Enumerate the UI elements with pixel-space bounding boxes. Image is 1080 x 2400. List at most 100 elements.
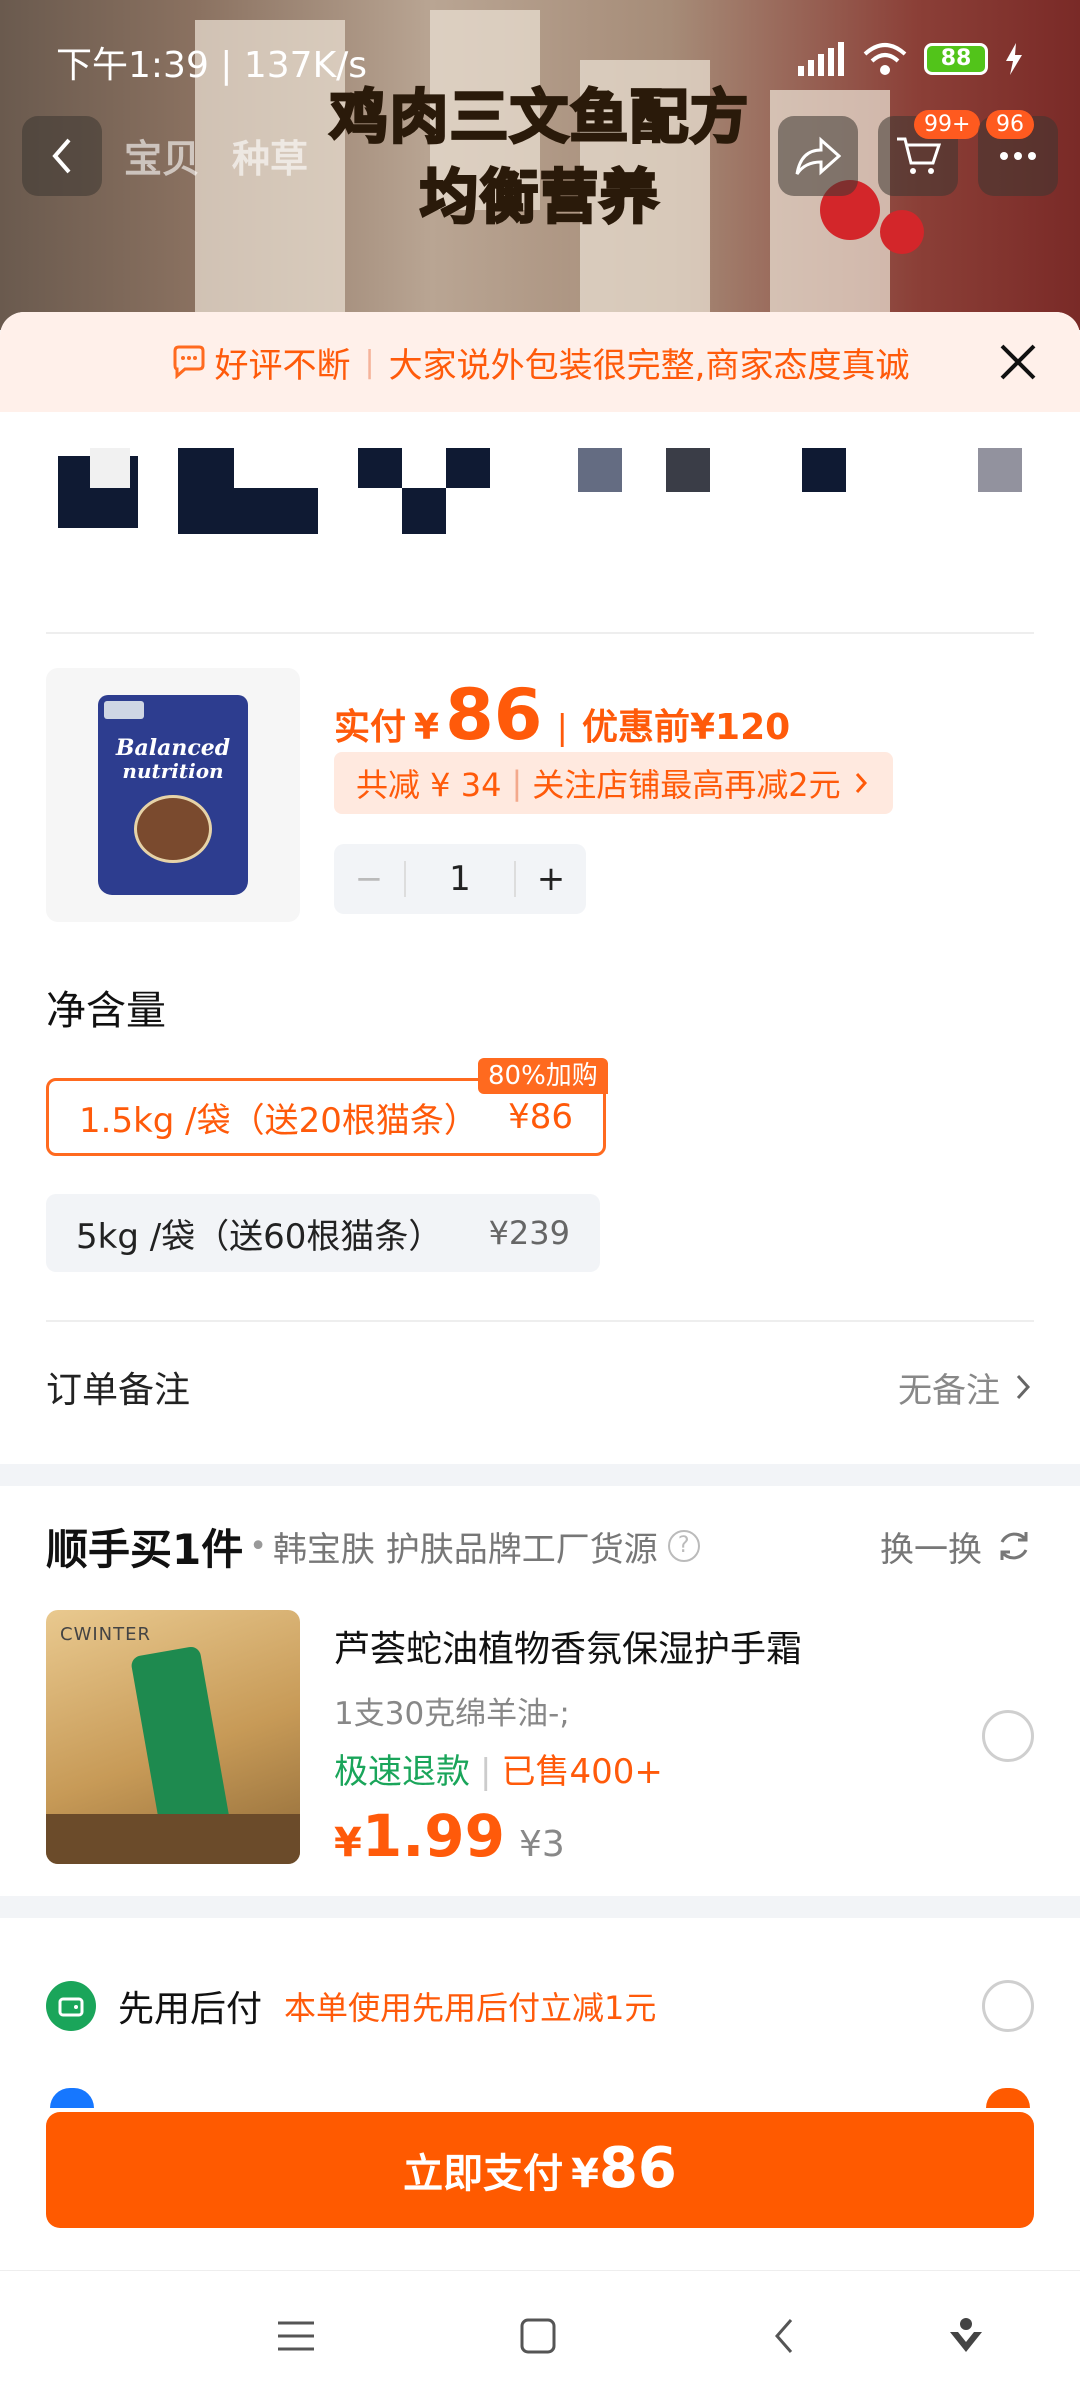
charging-icon	[1006, 43, 1022, 75]
help-icon[interactable]: ?	[667, 1530, 700, 1562]
quantity-stepper[interactable]: − 1 +	[334, 844, 586, 914]
pay-method-promo: 本单使用先用后付立减1元	[284, 1989, 657, 2027]
order-note-row[interactable]: 订单备注 无备注	[46, 1352, 1034, 1422]
pay-now-button[interactable]: 立即支付 ¥ 86	[46, 2112, 1034, 2228]
back-triangle-icon	[775, 2319, 793, 2353]
decrease-button[interactable]: −	[334, 859, 404, 899]
image-brand-text: CWINTER	[60, 1624, 152, 1645]
fast-refund-tag: 极速退款	[334, 1752, 470, 1792]
system-navigation-bar	[0, 2270, 1080, 2400]
paid-amount: 86	[445, 674, 543, 756]
close-icon[interactable]	[996, 340, 1040, 384]
assistant-button[interactable]	[936, 2311, 996, 2361]
refresh-icon[interactable]	[994, 1526, 1034, 1566]
sold-count-tag: 已售400+	[501, 1752, 663, 1792]
status-time: 下午1:39 | 137K/s	[56, 45, 368, 86]
review-notice-bar: 好评不断 | 大家说外包装很完整,商家态度真诚	[0, 312, 1080, 412]
paid-label: 实付	[334, 707, 407, 748]
pay-later-row[interactable]: 先用后付 本单使用先用后付立减1元	[46, 1976, 1034, 2036]
section-gap	[0, 1464, 1080, 1486]
chevron-right-icon	[855, 773, 867, 793]
addon-item-tags: 极速退款 | 已售400+	[334, 1752, 663, 1792]
cart-count-badge: 99+	[914, 110, 981, 139]
menu-icon	[278, 2321, 314, 2351]
hand-cream-image: CWINTER	[46, 1610, 300, 1864]
addon-brand: 顺手买1件	[46, 1524, 244, 1574]
cart-icon	[897, 137, 941, 174]
follow-store-offer: 关注店铺最高再减2元	[532, 766, 841, 804]
partial-selected-radio	[986, 2088, 1030, 2108]
saving-separator: |	[511, 764, 523, 802]
address-redacted[interactable]	[50, 442, 1030, 542]
share-icon	[795, 136, 841, 176]
price-symbol: ¥	[334, 1820, 362, 1866]
status-bar: 下午1:39 | 137K/s 88	[0, 0, 1080, 120]
addon-desc: 韩宝肤 护肤品牌工厂货源	[272, 1529, 658, 1570]
tab-product[interactable]: 宝贝	[124, 128, 200, 183]
pay-now-amount: 86	[598, 2136, 677, 2201]
order-note-label: 订单备注	[46, 1370, 191, 1411]
top-navigation: 宝贝 种草 99+ 96	[0, 110, 1080, 200]
status-icons: 88	[796, 42, 1024, 76]
battery-icon: 88	[924, 43, 988, 75]
pay-method-name: 先用后付	[118, 1989, 263, 2030]
addon-header: 顺手买1件 • 韩宝肤 护肤品牌工厂货源 ? 换一换	[46, 1516, 1034, 1576]
saving-amount: 共减 ¥ 34	[356, 766, 502, 804]
more-icon	[1000, 152, 1036, 160]
spec-title: 净含量	[46, 988, 166, 1034]
partial-payment-icon	[50, 2088, 94, 2108]
discount-detail-button[interactable]: 共减 ¥ 34 | 关注店铺最高再减2元	[334, 752, 893, 814]
tab-seeding[interactable]: 种草	[232, 128, 308, 183]
cart-button[interactable]: 99+	[878, 110, 981, 196]
chat-bubble-icon	[173, 345, 205, 379]
hot-tag-badge: 80%加购	[478, 1058, 608, 1094]
addon-item-price: ¥ 1.99 ¥3	[334, 1802, 565, 1870]
menu-button[interactable]	[266, 2311, 326, 2361]
divider	[46, 632, 1034, 634]
chevron-left-icon	[52, 138, 71, 174]
signal-icon	[798, 42, 844, 76]
spec-option-label: 5kg /袋（送60根猫条）	[76, 1216, 443, 1257]
back-nav-button[interactable]	[754, 2311, 814, 2361]
chevron-right-icon	[1016, 1374, 1031, 1400]
assistant-icon	[950, 2318, 982, 2352]
addon-original-price: ¥3	[518, 1824, 565, 1865]
spec-option-price: ¥86	[508, 1097, 573, 1137]
more-button[interactable]: 96	[978, 110, 1058, 196]
addon-item-spec: 1支30克绵羊油-;	[334, 1696, 570, 1732]
back-button[interactable]	[22, 116, 102, 196]
spec-option-label: 1.5kg /袋（送20根猫条）	[79, 1100, 478, 1141]
notice-text: 大家说外包装很完整,商家态度真诚	[388, 345, 910, 386]
cat-illustration	[134, 795, 212, 863]
message-count-badge: 96	[986, 110, 1034, 139]
pay-now-symbol: ¥	[571, 2151, 599, 2197]
before-discount-price: ¥120	[689, 707, 791, 748]
home-square-icon	[520, 2318, 556, 2354]
notice-title: 好评不断	[214, 345, 351, 386]
price-separator: |	[556, 708, 568, 748]
increase-button[interactable]: +	[516, 859, 586, 899]
addon-dot: •	[249, 1528, 267, 1564]
addon-item-title: 芦荟蛇油植物香氛保湿护手霜	[334, 1629, 803, 1670]
order-confirm-sheet: 好评不断 | 大家说外包装很完整,商家态度真诚 Balanced nutriti…	[0, 312, 1080, 2270]
share-button[interactable]	[778, 116, 858, 196]
addon-select-radio[interactable]	[982, 1710, 1034, 1762]
swap-button[interactable]: 换一换	[880, 1522, 982, 1571]
currency-symbol: ¥	[414, 707, 440, 748]
spec-option[interactable]: 5kg /袋（送60根猫条） ¥239	[46, 1194, 600, 1272]
spec-option-price: ¥239	[488, 1214, 570, 1252]
quantity-value[interactable]: 1	[404, 861, 516, 897]
pay-later-radio[interactable]	[982, 1980, 1034, 2032]
pay-now-label: 立即支付	[403, 2151, 564, 2197]
cat-food-bag-image: Balanced nutrition	[98, 695, 248, 895]
wifi-icon	[863, 43, 907, 75]
wallet-icon	[46, 1981, 96, 2031]
divider	[46, 1320, 1034, 1322]
product-image: Balanced nutrition	[46, 668, 300, 922]
before-discount-label: 优惠前	[581, 707, 690, 748]
home-button[interactable]	[508, 2311, 568, 2361]
order-note-value: 无备注	[898, 1370, 1000, 1411]
notice-separator: |	[364, 344, 375, 380]
section-gap	[0, 1896, 1080, 1918]
addon-price-value: 1.99	[361, 1802, 505, 1870]
